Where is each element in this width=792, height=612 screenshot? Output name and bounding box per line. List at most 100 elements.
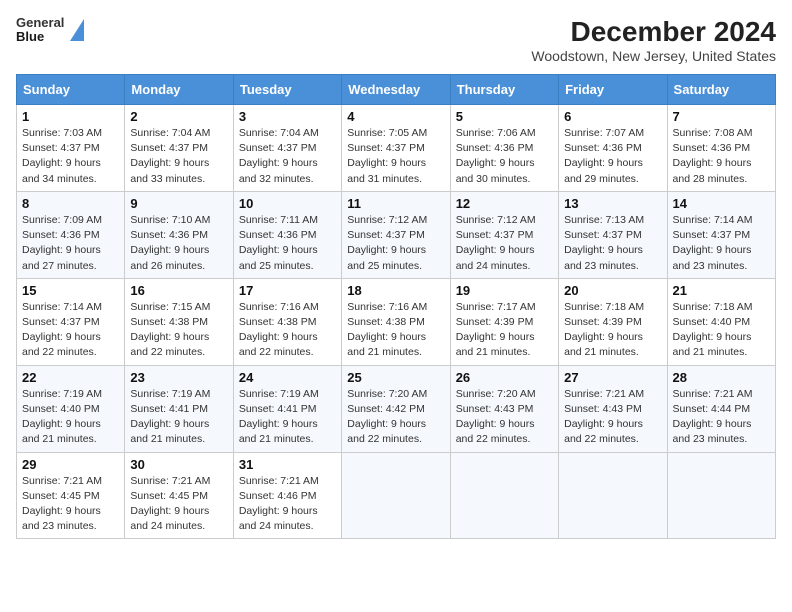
day-number: 16 [130, 283, 227, 298]
calendar-cell: 3 Sunrise: 7:04 AM Sunset: 4:37 PM Daylig… [233, 105, 341, 192]
page-title: December 2024 [531, 16, 776, 48]
calendar-cell: 16 Sunrise: 7:15 AM Sunset: 4:38 PM Dayli… [125, 278, 233, 365]
day-info: Sunrise: 7:20 AM Sunset: 4:43 PM Dayligh… [456, 387, 553, 448]
day-number: 25 [347, 370, 444, 385]
logo-line1: General [16, 16, 64, 30]
calendar-cell: 14Sunrise: 7:14 AM Sunset: 4:37 PM Dayli… [667, 191, 775, 278]
day-number: 15 [22, 283, 119, 298]
calendar-cell: 6 Sunrise: 7:07 AM Sunset: 4:36 PM Daylig… [559, 105, 667, 192]
calendar-cell: 9Sunrise: 7:10 AM Sunset: 4:36 PM Daylig… [125, 191, 233, 278]
day-info: Sunrise: 7:13 AM Sunset: 4:37 PM Dayligh… [564, 213, 661, 274]
column-header-tuesday: Tuesday [233, 75, 341, 105]
calendar-cell: 5Sunrise: 7:06 AM Sunset: 4:36 PM Daylig… [450, 105, 558, 192]
day-info: Sunrise: 7:18 AM Sunset: 4:39 PM Dayligh… [564, 300, 661, 361]
day-number: 23 [130, 370, 227, 385]
calendar-cell: 7Sunrise: 7:08 AM Sunset: 4:36 PM Daylig… [667, 105, 775, 192]
day-number: 6 [564, 109, 661, 124]
day-info: Sunrise: 7:19 AM Sunset: 4:41 PM Dayligh… [239, 387, 336, 448]
page-header: General Blue December 2024 Woodstown, Ne… [16, 16, 776, 64]
calendar-week-5: 29 Sunrise: 7:21 AM Sunset: 4:45 PM Dayli… [17, 452, 776, 539]
calendar-cell: 28Sunrise: 7:21 AM Sunset: 4:44 PM Dayli… [667, 365, 775, 452]
day-info: Sunrise: 7:10 AM Sunset: 4:36 PM Dayligh… [130, 213, 227, 274]
column-header-friday: Friday [559, 75, 667, 105]
calendar-cell: 29Sunrise: 7:21 AM Sunset: 4:45 PM Dayli… [17, 452, 125, 539]
calendar-week-3: 15 Sunrise: 7:14 AM Sunset: 4:37 PM Dayli… [17, 278, 776, 365]
day-info: Sunrise: 7:21 AM Sunset: 4:45 PM Dayligh… [130, 474, 227, 535]
day-number: 19 [456, 283, 553, 298]
calendar-cell [667, 452, 775, 539]
calendar-cell [559, 452, 667, 539]
calendar-week-2: 8 Sunrise: 7:09 AM Sunset: 4:36 PM Daylig… [17, 191, 776, 278]
calendar-cell: 17 Sunrise: 7:16 AM Sunset: 4:38 PM Dayli… [233, 278, 341, 365]
calendar-cell: 21Sunrise: 7:18 AM Sunset: 4:40 PM Dayli… [667, 278, 775, 365]
column-header-thursday: Thursday [450, 75, 558, 105]
day-number: 26 [456, 370, 553, 385]
day-number: 24 [239, 370, 336, 385]
day-number: 29 [22, 457, 119, 472]
calendar-week-4: 22Sunrise: 7:19 AM Sunset: 4:40 PM Dayli… [17, 365, 776, 452]
day-number: 5 [456, 109, 553, 124]
calendar-cell: 27Sunrise: 7:21 AM Sunset: 4:43 PM Dayli… [559, 365, 667, 452]
column-header-monday: Monday [125, 75, 233, 105]
day-number: 31 [239, 457, 336, 472]
day-info: Sunrise: 7:11 AM Sunset: 4:36 PM Dayligh… [239, 213, 336, 274]
day-info: Sunrise: 7:04 AM Sunset: 4:37 PM Dayligh… [130, 126, 227, 187]
calendar-cell: 2Sunrise: 7:04 AM Sunset: 4:37 PM Daylig… [125, 105, 233, 192]
day-info: Sunrise: 7:07 AM Sunset: 4:36 PM Dayligh… [564, 126, 661, 187]
day-info: Sunrise: 7:14 AM Sunset: 4:37 PM Dayligh… [22, 300, 119, 361]
calendar-cell [450, 452, 558, 539]
calendar-cell: 30 Sunrise: 7:21 AM Sunset: 4:45 PM Dayli… [125, 452, 233, 539]
logo-text: General Blue [16, 16, 64, 45]
calendar-week-1: 1 Sunrise: 7:03 AM Sunset: 4:37 PM Daylig… [17, 105, 776, 192]
day-info: Sunrise: 7:12 AM Sunset: 4:37 PM Dayligh… [347, 213, 444, 274]
calendar-cell: 10 Sunrise: 7:11 AM Sunset: 4:36 PM Dayli… [233, 191, 341, 278]
day-info: Sunrise: 7:16 AM Sunset: 4:38 PM Dayligh… [347, 300, 444, 361]
calendar-cell [342, 452, 450, 539]
calendar-cell: 18 Sunrise: 7:16 AM Sunset: 4:38 PM Dayli… [342, 278, 450, 365]
day-info: Sunrise: 7:20 AM Sunset: 4:42 PM Dayligh… [347, 387, 444, 448]
day-number: 27 [564, 370, 661, 385]
column-header-wednesday: Wednesday [342, 75, 450, 105]
calendar-cell: 12Sunrise: 7:12 AM Sunset: 4:37 PM Dayli… [450, 191, 558, 278]
calendar-cell: 20Sunrise: 7:18 AM Sunset: 4:39 PM Dayli… [559, 278, 667, 365]
day-info: Sunrise: 7:18 AM Sunset: 4:40 PM Dayligh… [673, 300, 770, 361]
day-info: Sunrise: 7:17 AM Sunset: 4:39 PM Dayligh… [456, 300, 553, 361]
day-number: 18 [347, 283, 444, 298]
day-number: 1 [22, 109, 119, 124]
day-info: Sunrise: 7:21 AM Sunset: 4:46 PM Dayligh… [239, 474, 336, 535]
logo: General Blue [16, 16, 84, 45]
day-number: 8 [22, 196, 119, 211]
column-header-saturday: Saturday [667, 75, 775, 105]
logo-line2: Blue [16, 30, 64, 44]
day-info: Sunrise: 7:05 AM Sunset: 4:37 PM Dayligh… [347, 126, 444, 187]
day-info: Sunrise: 7:09 AM Sunset: 4:36 PM Dayligh… [22, 213, 119, 274]
logo-icon [70, 19, 84, 41]
calendar-cell: 15 Sunrise: 7:14 AM Sunset: 4:37 PM Dayli… [17, 278, 125, 365]
day-info: Sunrise: 7:14 AM Sunset: 4:37 PM Dayligh… [673, 213, 770, 274]
calendar-cell: 26 Sunrise: 7:20 AM Sunset: 4:43 PM Dayli… [450, 365, 558, 452]
day-info: Sunrise: 7:16 AM Sunset: 4:38 PM Dayligh… [239, 300, 336, 361]
calendar-cell: 24 Sunrise: 7:19 AM Sunset: 4:41 PM Dayli… [233, 365, 341, 452]
page-subtitle: Woodstown, New Jersey, United States [531, 48, 776, 64]
day-number: 10 [239, 196, 336, 211]
day-number: 4 [347, 109, 444, 124]
day-number: 11 [347, 196, 444, 211]
calendar-cell: 4 Sunrise: 7:05 AM Sunset: 4:37 PM Daylig… [342, 105, 450, 192]
day-info: Sunrise: 7:15 AM Sunset: 4:38 PM Dayligh… [130, 300, 227, 361]
day-info: Sunrise: 7:19 AM Sunset: 4:41 PM Dayligh… [130, 387, 227, 448]
column-header-sunday: Sunday [17, 75, 125, 105]
day-info: Sunrise: 7:04 AM Sunset: 4:37 PM Dayligh… [239, 126, 336, 187]
day-number: 30 [130, 457, 227, 472]
calendar-header: SundayMondayTuesdayWednesdayThursdayFrid… [17, 75, 776, 105]
day-number: 3 [239, 109, 336, 124]
calendar-cell: 23 Sunrise: 7:19 AM Sunset: 4:41 PM Dayli… [125, 365, 233, 452]
day-number: 17 [239, 283, 336, 298]
calendar-cell: 11 Sunrise: 7:12 AM Sunset: 4:37 PM Dayli… [342, 191, 450, 278]
calendar-table: SundayMondayTuesdayWednesdayThursdayFrid… [16, 74, 776, 539]
day-number: 28 [673, 370, 770, 385]
calendar-cell: 8 Sunrise: 7:09 AM Sunset: 4:36 PM Daylig… [17, 191, 125, 278]
day-info: Sunrise: 7:12 AM Sunset: 4:37 PM Dayligh… [456, 213, 553, 274]
day-number: 13 [564, 196, 661, 211]
day-info: Sunrise: 7:03 AM Sunset: 4:37 PM Dayligh… [22, 126, 119, 187]
calendar-cell: 25 Sunrise: 7:20 AM Sunset: 4:42 PM Dayli… [342, 365, 450, 452]
